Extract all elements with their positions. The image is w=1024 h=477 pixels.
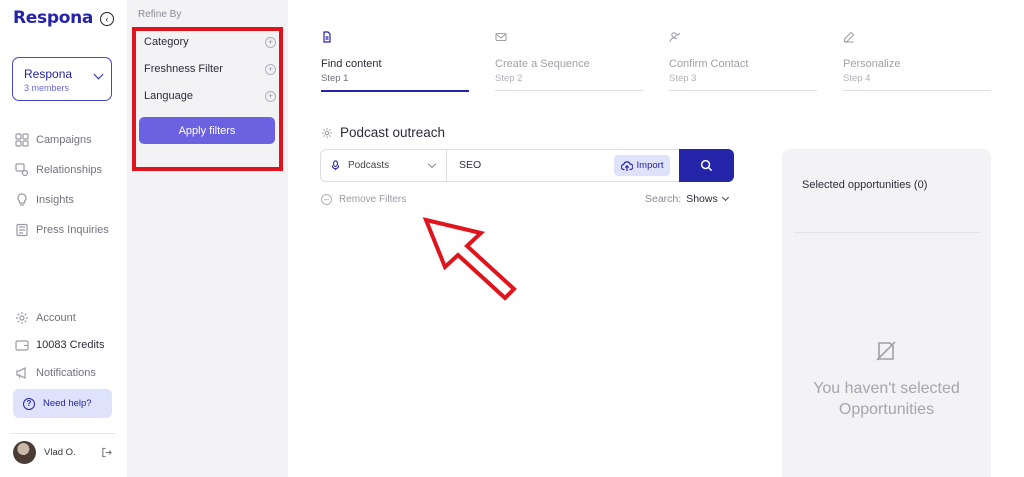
chevron-down-icon: [721, 193, 729, 202]
filter-label: Category: [144, 36, 189, 48]
nav-divider: [10, 433, 116, 434]
search-icon: [700, 159, 713, 172]
filter-label: Freshness Filter: [144, 63, 223, 75]
plus-circle-icon: +: [265, 63, 276, 75]
nav-item-credits[interactable]: 10083 Credits: [15, 338, 105, 352]
step-create-sequence[interactable]: Create a Sequence Step 2: [495, 30, 643, 91]
panel-divider: [794, 232, 980, 233]
gear-icon: [16, 312, 28, 324]
step-personalize[interactable]: Personalize Step 4: [843, 30, 991, 91]
nav-label: Account: [36, 312, 76, 324]
search-bar: Podcasts SEO Import: [320, 149, 734, 182]
filter-freshness[interactable]: Freshness Filter +: [144, 63, 276, 75]
app-window: Respona ‹ Respona 3 members Campaigns Re…: [0, 0, 1024, 477]
workspace-selector[interactable]: Respona 3 members: [12, 57, 112, 101]
workspace-name: Respona: [24, 67, 73, 81]
user-check-icon: [669, 32, 681, 43]
step-underline: [495, 90, 643, 91]
step-underline: [669, 90, 817, 91]
cloud-upload-icon: [620, 160, 633, 171]
refine-panel: Refine By Category + Freshness Filter + …: [127, 0, 288, 477]
campaign-name: Podcast outreach: [340, 125, 446, 140]
import-button[interactable]: Import: [614, 155, 670, 176]
search-button[interactable]: [679, 149, 734, 182]
nav-label: Relationships: [36, 164, 103, 176]
search-mode-select[interactable]: Search: Shows: [645, 193, 729, 205]
nav-label: Press Inquiries: [36, 224, 109, 236]
nav-item-insights[interactable]: Insights: [15, 193, 74, 207]
left-navigation: Respona ‹ Respona 3 members Campaigns Re…: [0, 0, 127, 477]
step-number: Step 2: [495, 73, 523, 84]
credits-label: 10083 Credits: [36, 339, 105, 351]
selected-title: Selected opportunities (0): [802, 179, 928, 191]
filter-label: Language: [144, 90, 193, 102]
source-select[interactable]: Podcasts: [321, 150, 447, 181]
nav-label: Insights: [36, 194, 74, 206]
step-label: Personalize: [843, 58, 901, 70]
remove-filters-label: Remove Filters: [339, 194, 407, 205]
nav-label: Notifications: [36, 367, 96, 379]
step-label: Find content: [321, 58, 382, 70]
nav-label: Campaigns: [36, 134, 92, 146]
step-underline: [843, 90, 991, 91]
plus-circle-icon: +: [265, 90, 276, 102]
search-input[interactable]: SEO: [459, 159, 481, 171]
step-confirm-contact[interactable]: Confirm Contact Step 3: [669, 30, 817, 91]
megaphone-icon: [16, 367, 26, 379]
help-label: Need help?: [43, 398, 92, 409]
filter-language[interactable]: Language +: [144, 90, 276, 102]
plus-circle-icon: +: [265, 36, 276, 48]
campaign-title: Podcast outreach: [321, 125, 445, 140]
collapse-sidebar-icon[interactable]: ‹: [100, 12, 114, 26]
newspaper-icon: [16, 223, 28, 237]
source-value: Podcasts: [348, 160, 390, 171]
user-name: Vlad O.: [44, 447, 76, 458]
user-profile[interactable]: Vlad O.: [13, 441, 76, 464]
document-icon: [323, 31, 331, 43]
filters-highlight-box: Category + Freshness Filter + Language +…: [132, 27, 283, 171]
step-find-content[interactable]: Find content Step 1: [321, 30, 469, 92]
refine-title: Refine By: [138, 9, 182, 20]
step-number: Step 3: [669, 73, 697, 84]
nav-item-relationships[interactable]: Relationships: [15, 163, 102, 177]
lightbulb-icon: [17, 193, 27, 206]
minus-circle-icon: –: [321, 194, 332, 205]
nav-item-notifications[interactable]: Notifications: [15, 366, 96, 380]
search-mode-label: Search:: [645, 193, 682, 205]
logout-icon[interactable]: [101, 447, 112, 458]
grid-icon: [15, 133, 29, 147]
import-label: Import: [636, 160, 664, 171]
selected-opportunities-panel: Selected opportunities (0) You haven't s…: [782, 149, 991, 477]
search-mode-value: Shows: [686, 193, 718, 205]
step-underline: [321, 90, 469, 92]
gear-icon[interactable]: [321, 127, 333, 139]
workspace-members: 3 members: [24, 83, 70, 93]
nav-item-campaigns[interactable]: Campaigns: [15, 133, 92, 147]
question-icon: ?: [23, 397, 35, 410]
chevron-down-icon: [427, 159, 437, 169]
microphone-icon: [331, 160, 340, 171]
relationships-icon: [15, 163, 29, 177]
nav-item-account[interactable]: Account: [15, 311, 76, 325]
filter-category[interactable]: Category +: [144, 36, 276, 48]
avatar: [13, 441, 36, 464]
chevron-down-icon: [93, 69, 104, 80]
step-label: Confirm Contact: [669, 58, 749, 70]
annotation-arrow-icon: [422, 217, 517, 301]
respona-logo[interactable]: Respona: [13, 8, 93, 28]
envelope-icon: [495, 32, 507, 42]
step-label: Create a Sequence: [495, 58, 590, 70]
step-number: Step 1: [321, 73, 349, 84]
pencil-icon: [843, 31, 855, 43]
need-help-button[interactable]: ? Need help?: [13, 389, 112, 418]
step-number: Step 4: [843, 73, 871, 84]
remove-filters-button[interactable]: – Remove Filters: [321, 194, 406, 205]
nav-item-press-inquiries[interactable]: Press Inquiries: [15, 223, 109, 237]
no-selection-icon: [876, 341, 896, 361]
wallet-icon: [15, 340, 29, 351]
apply-filters-button[interactable]: Apply filters: [139, 117, 275, 144]
empty-state-message: You haven't selected Opportunities: [813, 380, 960, 418]
